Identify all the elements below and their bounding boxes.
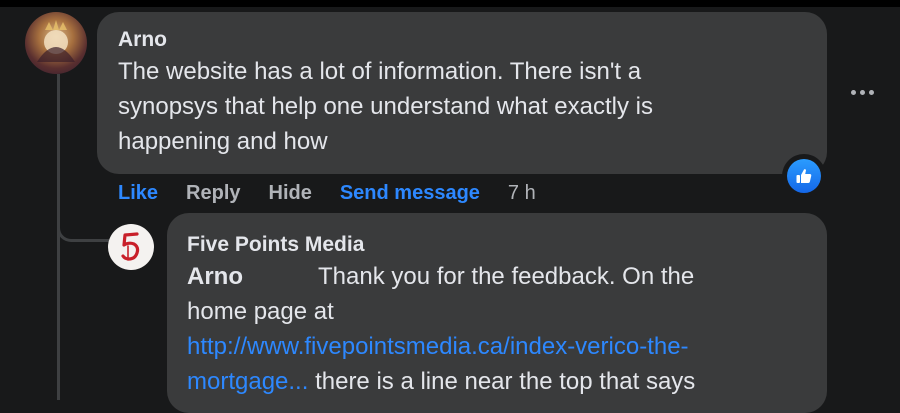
mentioned-user-tag[interactable]: Arno bbox=[187, 259, 318, 294]
avatar-image-icon bbox=[37, 20, 75, 62]
more-options-button[interactable] bbox=[846, 80, 878, 104]
avatar-five-points-media[interactable] bbox=[108, 224, 154, 270]
reaction-badge[interactable] bbox=[782, 154, 826, 198]
comment-text-line: synopsys that help one understand what e… bbox=[118, 93, 653, 120]
reply-link[interactable]: http://www.fivepointsmedia.ca/index-veri… bbox=[187, 333, 689, 360]
reply-author[interactable]: Five Points Media bbox=[187, 231, 807, 259]
five-points-logo-icon bbox=[121, 232, 140, 261]
comment-text-line: happening and how bbox=[118, 128, 328, 155]
reply-text-line: Arno Thank you for the feedback. On the bbox=[187, 259, 807, 294]
reply-text-line: http://www.fivepointsmedia.ca/index-veri… bbox=[187, 329, 807, 364]
comment-actions: Like Reply Hide Send message 7 h bbox=[118, 178, 536, 208]
hide-button[interactable]: Hide bbox=[269, 182, 312, 205]
more-dot bbox=[859, 89, 865, 95]
reply-bubble: Five Points Media Arno Thank you for the … bbox=[167, 213, 827, 413]
send-message-button[interactable]: Send message bbox=[340, 182, 480, 205]
avatar-arno[interactable] bbox=[25, 12, 87, 74]
comment-text: The website has a lot of information. Th… bbox=[118, 54, 807, 159]
timestamp[interactable]: 7 h bbox=[508, 182, 536, 205]
reply-text-segment: there is a line near the top that says bbox=[308, 368, 696, 395]
reply-button[interactable]: Reply bbox=[186, 182, 240, 205]
thumbs-up-icon bbox=[787, 159, 821, 193]
reply-text-segment: Thank you for the feedback. On the bbox=[318, 263, 695, 290]
reply-text-line: home page at bbox=[187, 298, 334, 325]
reply-text-line: mortgage... there is a line near the top… bbox=[187, 364, 807, 399]
more-dot bbox=[850, 89, 856, 95]
like-button[interactable]: Like bbox=[118, 182, 158, 205]
comment-author[interactable]: Arno bbox=[118, 26, 807, 54]
comment-bubble: Arno The website has a lot of informatio… bbox=[97, 12, 827, 174]
comment-text-line: The website has a lot of information. Th… bbox=[118, 58, 642, 85]
top-border bbox=[0, 0, 900, 7]
more-dot bbox=[868, 89, 874, 95]
reply-link-continued[interactable]: mortgage... bbox=[187, 368, 308, 395]
thread-connector-curve bbox=[57, 200, 109, 242]
reply-text: Arno Thank you for the feedback. On the h… bbox=[187, 259, 807, 399]
